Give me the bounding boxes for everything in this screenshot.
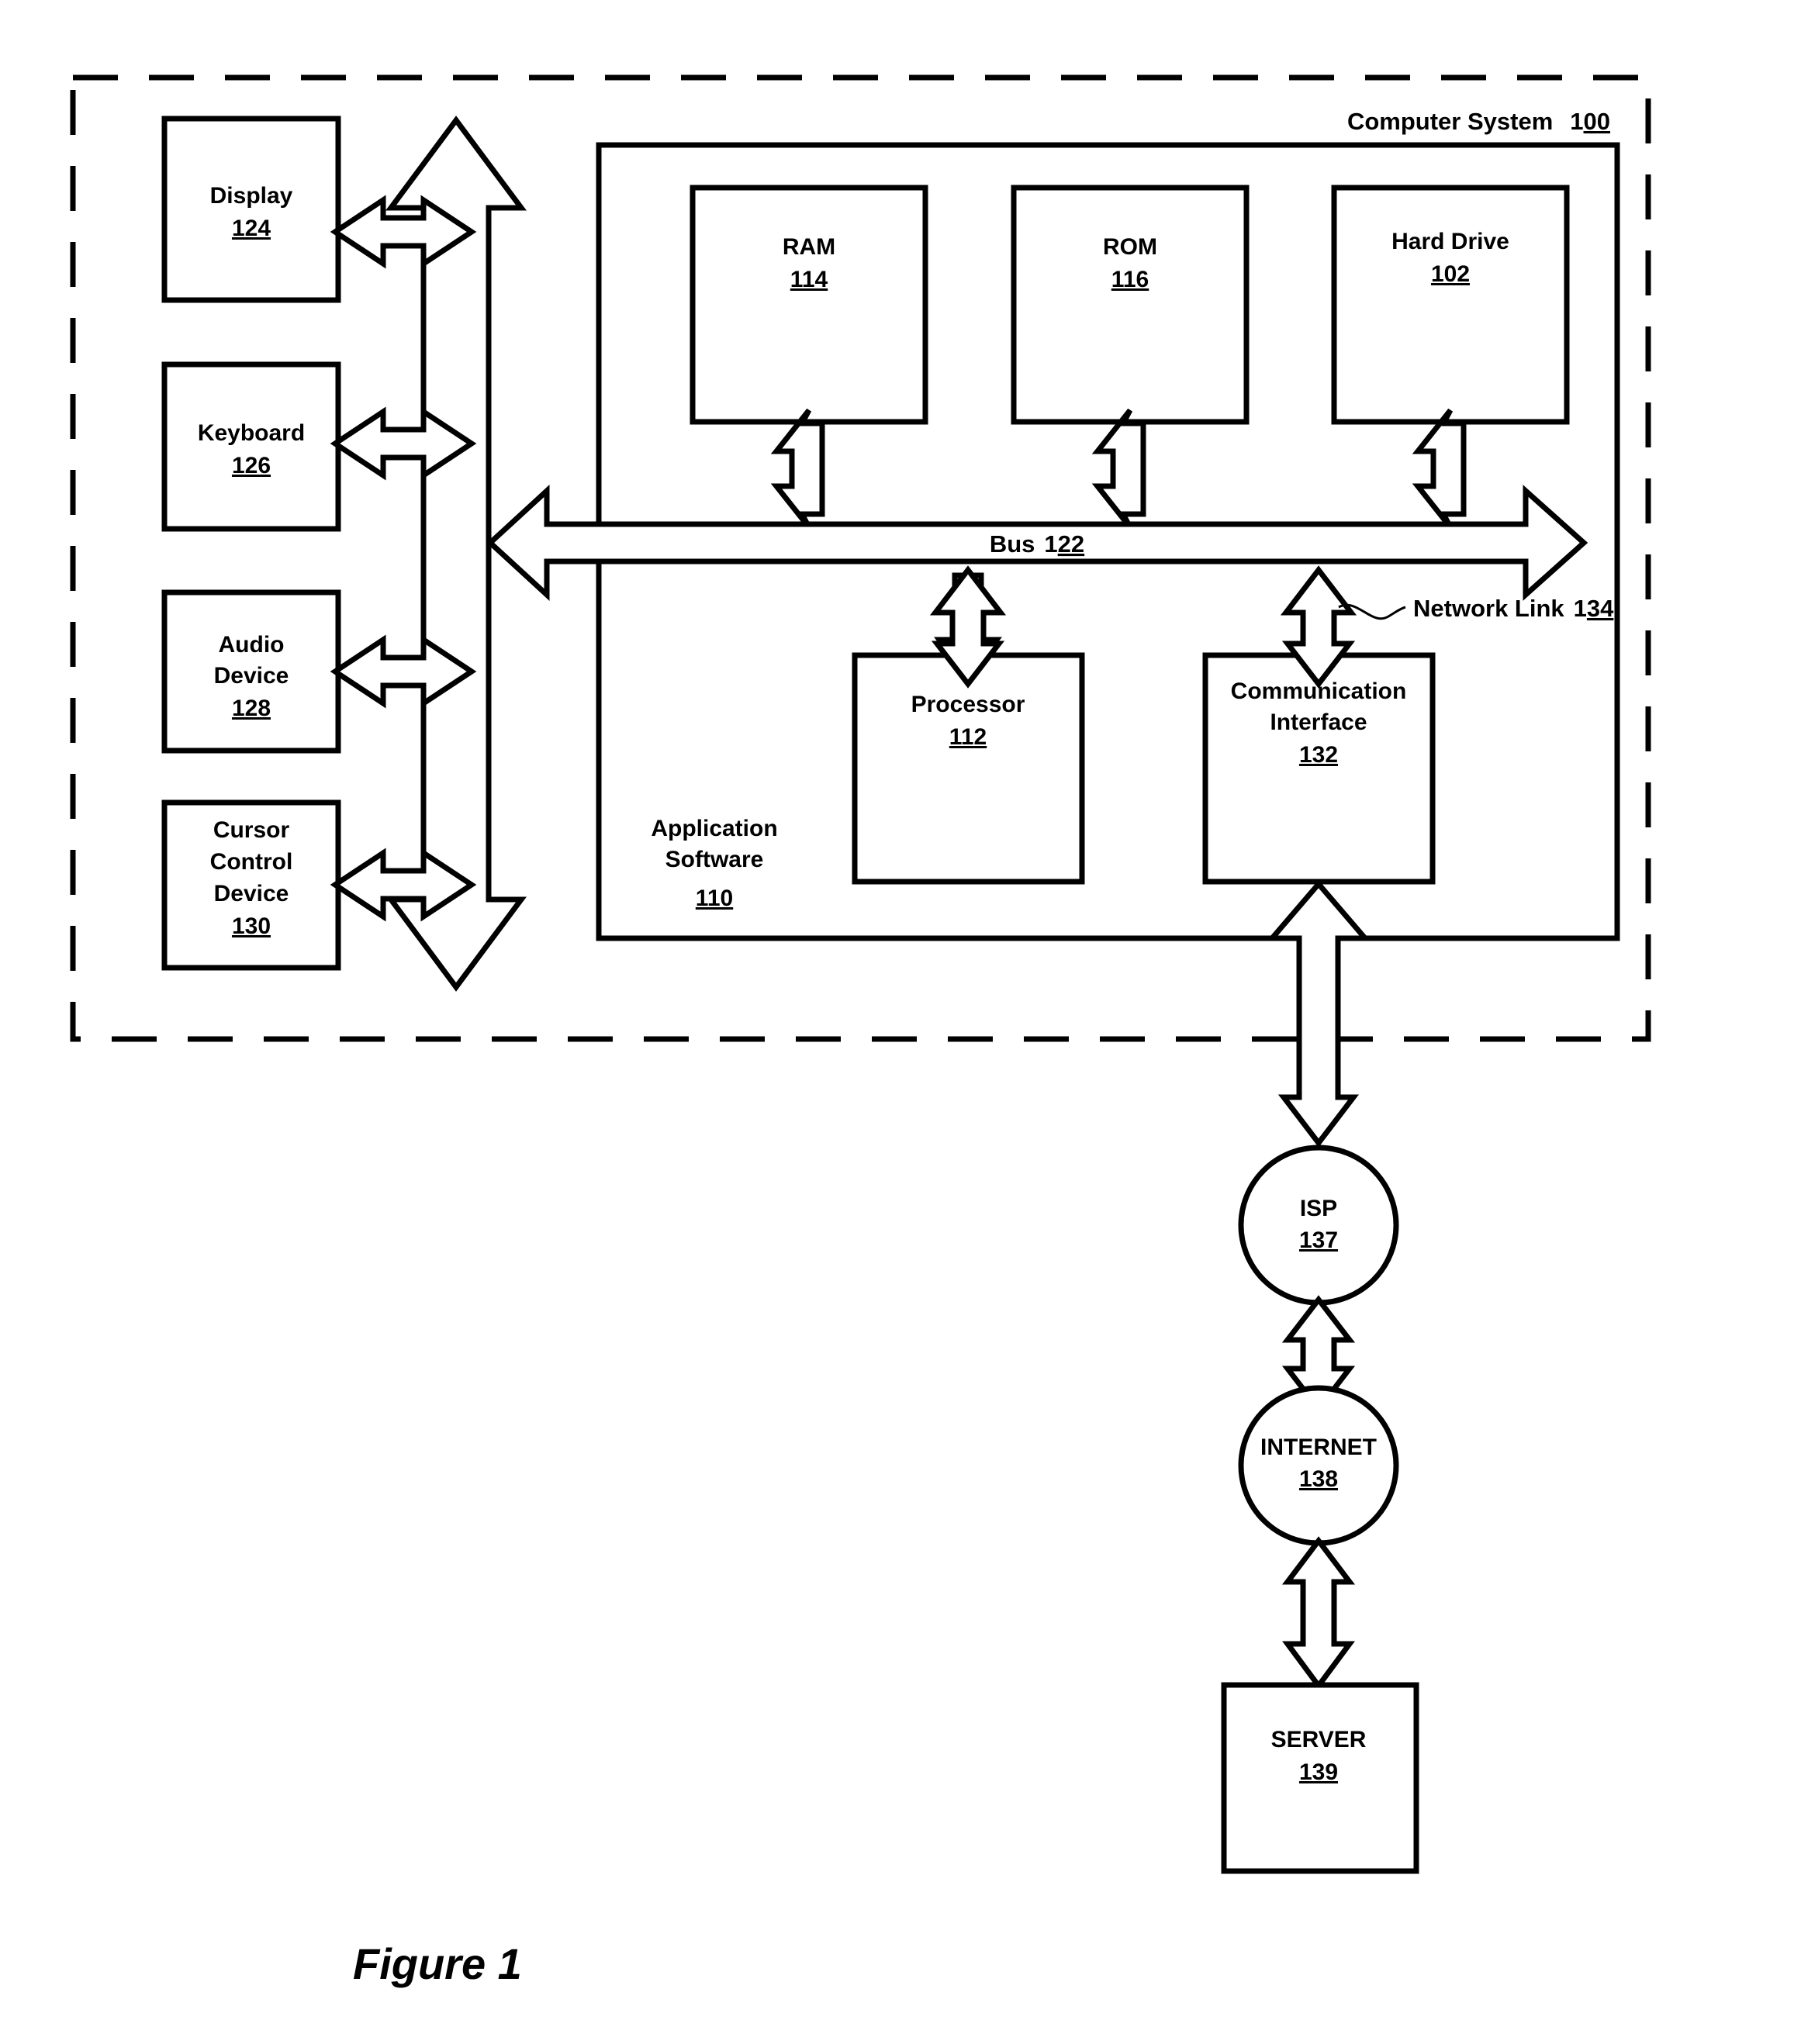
network-link-num-plain: 1 <box>1574 595 1587 622</box>
peripheral-box-display <box>161 116 341 303</box>
memory-box-ram <box>690 185 928 425</box>
arrow-communication-interface-to-isp <box>1266 879 1371 1148</box>
core-box-processor <box>852 652 1085 885</box>
isp-number: 137 <box>1299 1227 1338 1253</box>
computer-system-label: Computer System 100 <box>1347 108 1610 135</box>
display-label: Display <box>210 183 293 209</box>
audio-device-label-line1: Audio <box>219 632 285 658</box>
network-node-internet <box>1238 1385 1399 1546</box>
application-software-number: 110 <box>696 886 733 911</box>
network-link-num-underlined: 34 <box>1587 595 1614 622</box>
bus-num-plain: 1 <box>1044 530 1057 558</box>
audio-device-label-line2: Device <box>214 663 289 689</box>
processor-number: 112 <box>949 724 987 750</box>
arrow-rom-to-bus <box>1091 408 1146 530</box>
audio-device-number: 128 <box>232 696 271 721</box>
patent-figure-page: Computer System 100 Display 124 Keyboard … <box>0 0 1801 2044</box>
figure-1-diagram: Computer System 100 Display 124 Keyboard … <box>70 74 1651 1874</box>
cursor-control-label-line1: Cursor <box>213 817 290 843</box>
ram-number: 114 <box>790 267 828 292</box>
communication-interface-number: 132 <box>1299 742 1338 768</box>
cursor-control-label-line3: Device <box>214 881 289 906</box>
rom-number: 116 <box>1111 267 1149 292</box>
keyboard-label: Keyboard <box>198 420 305 446</box>
cursor-control-label-line2: Control <box>210 849 293 875</box>
network-link-label-text: Network Link <box>1413 595 1564 622</box>
computer-system-num-underlined: 00 <box>1584 108 1610 135</box>
application-software-label-line2: Software <box>665 847 764 872</box>
cursor-control-number: 130 <box>232 913 271 939</box>
system-bus-horizontal-arrow <box>486 485 1588 601</box>
internet-label: INTERNET <box>1260 1435 1377 1460</box>
internet-number: 138 <box>1299 1466 1338 1492</box>
arrow-ram-to-bus <box>770 408 825 530</box>
computer-system-num-plain: 1 <box>1570 108 1583 135</box>
isp-label: ISP <box>1300 1196 1337 1221</box>
processor-label: Processor <box>911 692 1025 717</box>
hard-drive-label: Hard Drive <box>1391 229 1509 254</box>
arrow-hard-drive-to-bus <box>1412 408 1467 530</box>
hard-drive-number: 102 <box>1431 261 1470 287</box>
keyboard-number: 126 <box>232 453 271 478</box>
bus-num-underlined: 22 <box>1058 530 1084 558</box>
network-node-isp <box>1238 1145 1399 1306</box>
rom-label: ROM <box>1103 234 1157 260</box>
communication-interface-label-line2: Interface <box>1270 710 1367 735</box>
arrow-internet-to-server <box>1281 1536 1356 1690</box>
network-link-label: Network Link 134 <box>1413 595 1614 622</box>
server-label: SERVER <box>1271 1727 1367 1752</box>
ram-label: RAM <box>783 234 835 260</box>
display-number: 124 <box>232 216 271 241</box>
peripheral-box-keyboard <box>161 361 341 532</box>
application-software-label-line1: Application <box>651 816 777 841</box>
server-number: 139 <box>1299 1759 1338 1785</box>
bus-label-text: Bus <box>990 530 1035 558</box>
figure-caption: Figure 1 <box>353 1939 522 1988</box>
memory-box-rom <box>1011 185 1250 425</box>
memory-box-hard-drive <box>1331 185 1570 425</box>
computer-system-label-text: Computer System <box>1347 108 1553 135</box>
